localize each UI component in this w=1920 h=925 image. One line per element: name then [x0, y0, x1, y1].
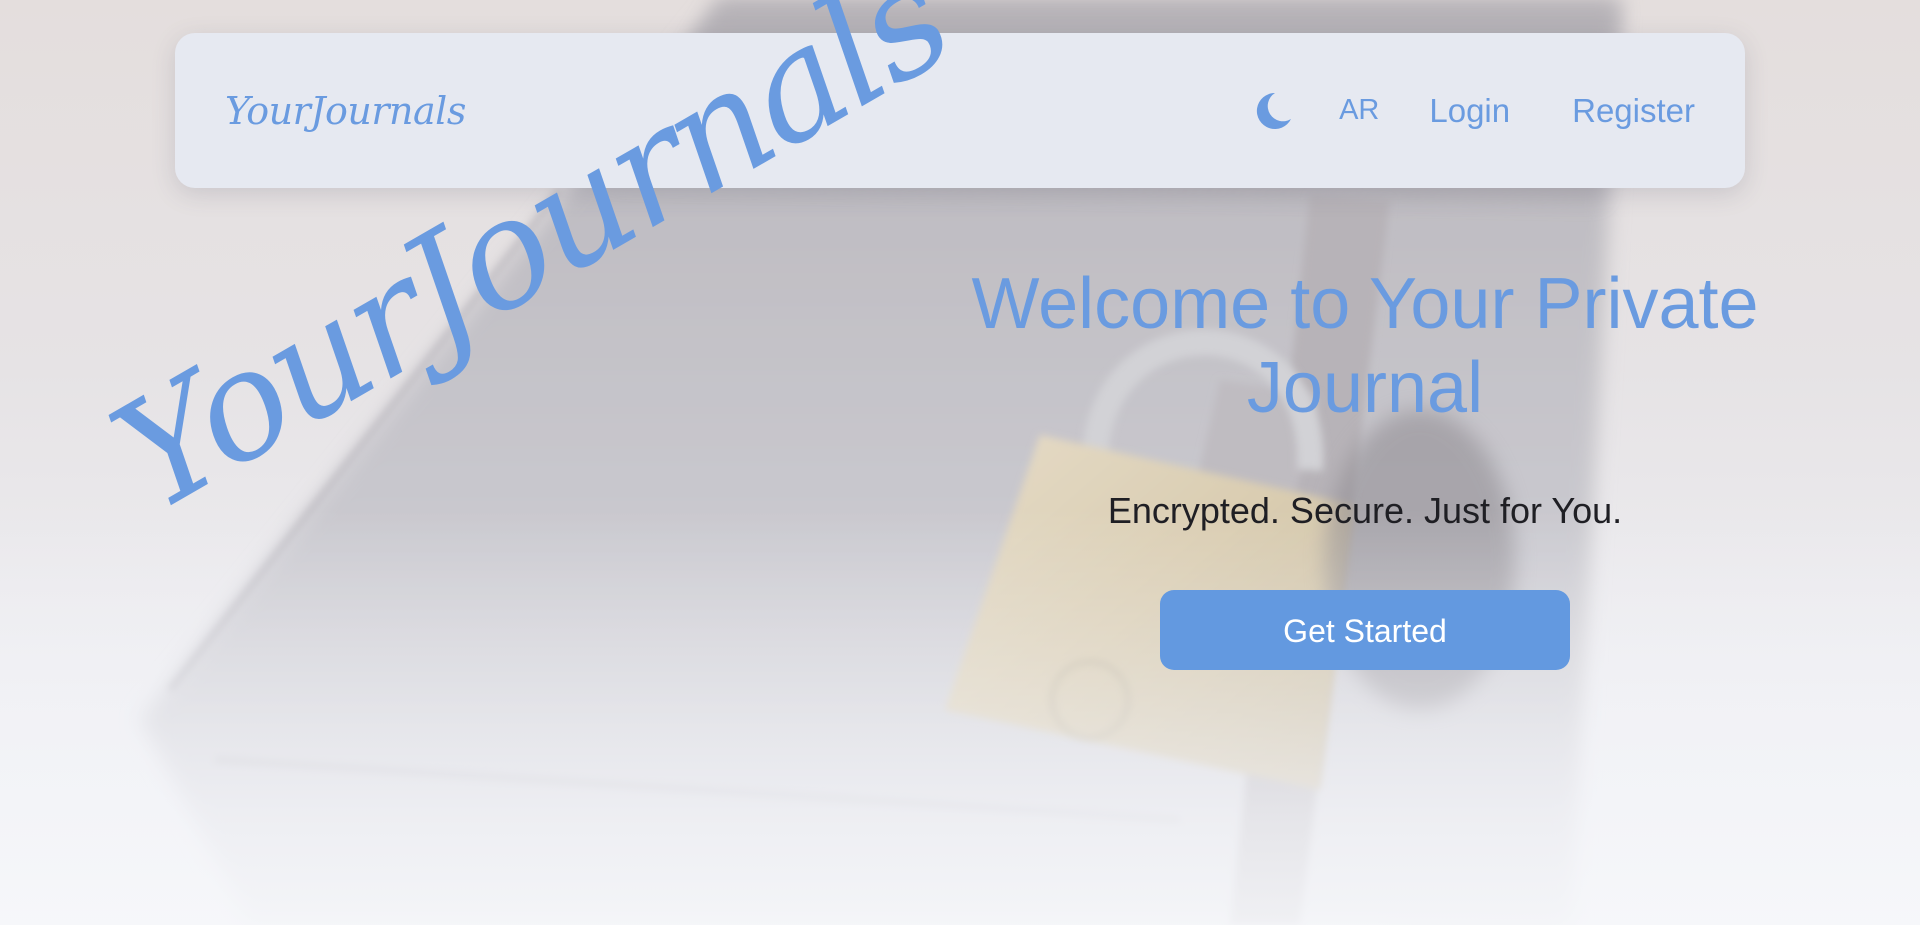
landing-page: YourJournals AR Login Register YourJourn… [0, 0, 1920, 925]
login-link[interactable]: Login [1429, 92, 1510, 130]
get-started-button[interactable]: Get Started [1160, 590, 1570, 670]
language-switch-link[interactable]: AR [1339, 94, 1379, 127]
moon-icon [1256, 92, 1292, 129]
theme-toggle-button[interactable] [1253, 91, 1293, 131]
navbar-actions: AR Login Register [1253, 91, 1695, 131]
brand-logo-link[interactable]: YourJournals [225, 89, 466, 133]
hero-section: Welcome to Your Private Journal Encrypte… [955, 262, 1775, 670]
hero-title: Welcome to Your Private Journal [971, 264, 1759, 428]
hero-subtitle: Encrypted. Secure. Just for You. [1107, 490, 1623, 531]
register-link[interactable]: Register [1572, 92, 1695, 130]
